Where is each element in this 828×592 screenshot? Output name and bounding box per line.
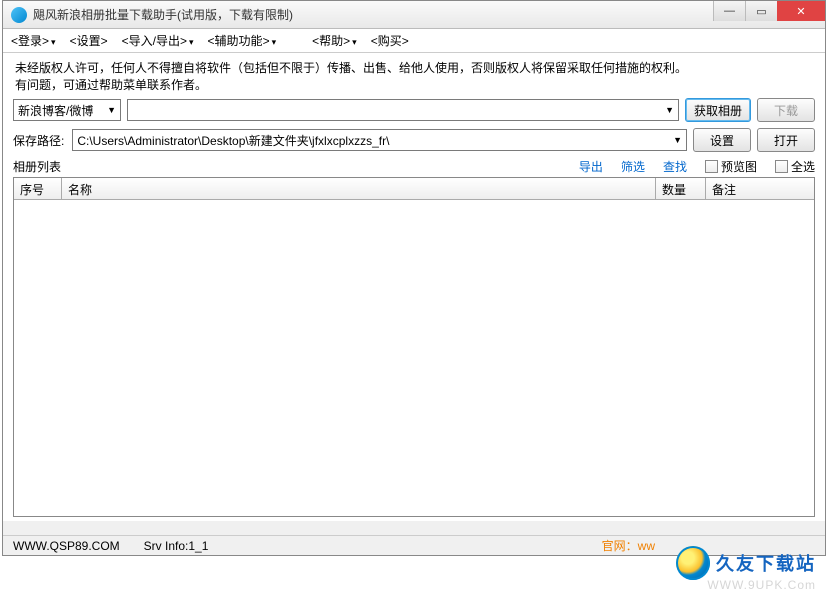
blog-url-combo[interactable]: ▼ (127, 99, 679, 121)
open-folder-button[interactable]: 打开 (757, 128, 815, 152)
source-selected: 新浪博客/微博 (18, 102, 93, 119)
statusbar: WWW.QSP89.COM Srv Info:1_1 官网：ww (3, 535, 825, 555)
preview-checkbox[interactable]: 预览图 (705, 158, 757, 175)
menu-import-export[interactable]: <导入/导出>▾ (122, 32, 194, 49)
col-name[interactable]: 名称 (62, 178, 656, 199)
chevron-down-icon: ▼ (107, 105, 116, 115)
source-combo[interactable]: 新浪博客/微博 ▼ (13, 99, 121, 121)
checkbox-icon (705, 160, 718, 173)
source-row: 新浪博客/微博 ▼ ▼ 获取相册 下载 (13, 98, 815, 122)
titlebar: 飓风新浪相册批量下载助手(试用版，下载有限制) — ▭ ✕ (3, 1, 825, 29)
save-path-value: C:\Users\Administrator\Desktop\新建文件夹\jfx… (77, 132, 389, 149)
export-link[interactable]: 导出 (579, 158, 603, 175)
select-all-checkbox[interactable]: 全选 (775, 158, 815, 175)
menubar: <登录>▾ <设置> <导入/导出>▾ <辅助功能>▾ <帮助>▾ <购买> (3, 29, 825, 53)
col-seq[interactable]: 序号 (14, 178, 62, 199)
app-window: 飓风新浪相册批量下载助手(试用版，下载有限制) — ▭ ✕ <登录>▾ <设置>… (2, 0, 826, 556)
content-area: 未经版权人许可，任何人不得擅自将软件（包括但不限于）传播、出售、给他人使用，否则… (3, 53, 825, 521)
save-path-combo[interactable]: C:\Users\Administrator\Desktop\新建文件夹\jfx… (72, 129, 687, 151)
path-settings-button[interactable]: 设置 (693, 128, 751, 152)
maximize-button[interactable]: ▭ (745, 1, 777, 21)
get-album-button[interactable]: 获取相册 (685, 98, 751, 122)
menu-login[interactable]: <登录>▾ (11, 32, 56, 49)
menu-settings[interactable]: <设置> (70, 32, 108, 49)
watermark-sub: WWW.9UPK.Com (707, 578, 816, 592)
minimize-button[interactable]: — (713, 1, 745, 21)
path-row: 保存路径: C:\Users\Administrator\Desktop\新建文… (13, 128, 815, 152)
filter-link[interactable]: 筛选 (621, 158, 645, 175)
save-path-label: 保存路径: (13, 132, 66, 149)
window-title: 飓风新浪相册批量下载助手(试用版，下载有限制) (33, 6, 293, 23)
col-note[interactable]: 备注 (706, 178, 814, 199)
menu-buy[interactable]: <购买> (371, 32, 409, 49)
chevron-down-icon: ▼ (665, 105, 674, 115)
album-table: 序号 名称 数量 备注 (13, 177, 815, 517)
search-link[interactable]: 查找 (663, 158, 687, 175)
chevron-down-icon: ▼ (673, 135, 682, 145)
warning-text: 未经版权人许可，任何人不得擅自将软件（包括但不限于）传播、出售、给他人使用，否则… (13, 59, 815, 98)
album-list-title: 相册列表 (13, 158, 61, 175)
checkbox-icon (775, 160, 788, 173)
menu-aux[interactable]: <辅助功能>▾ (208, 32, 277, 49)
list-toolbar: 相册列表 导出 筛选 查找 预览图 全选 (13, 158, 815, 175)
close-button[interactable]: ✕ (777, 1, 825, 21)
table-header: 序号 名称 数量 备注 (14, 178, 814, 200)
app-icon (11, 7, 27, 23)
status-srv: Srv Info:1_1 (144, 539, 209, 553)
status-official[interactable]: 官网：ww (602, 537, 655, 554)
menu-help[interactable]: <帮助>▾ (312, 32, 357, 49)
download-button[interactable]: 下载 (757, 98, 815, 122)
status-site: WWW.QSP89.COM (13, 539, 120, 553)
col-count[interactable]: 数量 (656, 178, 706, 199)
window-controls: — ▭ ✕ (713, 1, 825, 21)
table-body[interactable] (14, 200, 814, 516)
